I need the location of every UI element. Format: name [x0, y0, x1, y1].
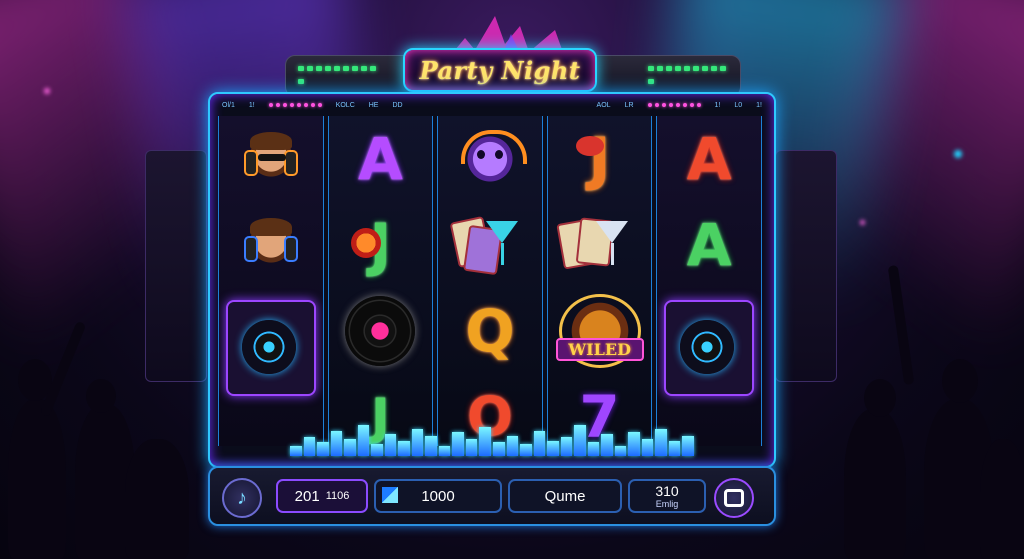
status-bar: Ol/1 1! KOLC HE DD AOL LR 1! L0 1!	[216, 98, 768, 112]
symbol-letter: A	[657, 202, 761, 288]
letter-symbol: A	[357, 125, 403, 193]
status-item: 1!	[714, 101, 721, 109]
indicator-lights	[268, 103, 322, 107]
symbol-skull	[438, 116, 542, 202]
symbol-vinyl	[329, 288, 433, 374]
symbol-letter: J	[329, 202, 433, 288]
bet-indicator-icon	[382, 487, 398, 503]
music-note-icon[interactable]: ♪	[222, 478, 262, 518]
speaker-icon	[225, 300, 316, 396]
letter-symbol: A	[686, 211, 732, 279]
bet-display[interactable]: 1000	[374, 479, 502, 513]
symbol-letter: A	[329, 116, 433, 202]
win-label: Emlig	[655, 498, 679, 509]
vinyl-record-icon	[345, 296, 416, 366]
equalizer-graphic	[290, 422, 694, 456]
status-item: 1!	[756, 101, 762, 109]
cards-cocktail-icon	[449, 213, 530, 277]
win-value: 310	[655, 482, 679, 499]
square-icon	[724, 489, 744, 507]
skull-headphones-icon	[454, 124, 527, 194]
wild-horse-icon: WILED	[555, 294, 644, 368]
spin-label: Qume	[544, 487, 586, 505]
status-item: Ol/1	[222, 101, 235, 109]
reel-4: J WILED 7	[546, 116, 653, 446]
symbol-letter: J	[548, 116, 652, 202]
crowd-right	[824, 229, 1024, 559]
status-item: KOLC	[335, 101, 355, 109]
reel-area: A J J	[218, 116, 762, 446]
symbol-letter: A	[657, 116, 761, 202]
credit-display: 201 1106	[276, 479, 368, 513]
dj-character-icon	[237, 126, 304, 192]
light-dot	[860, 220, 865, 225]
symbol-wild: WILED	[548, 288, 652, 374]
reel-2: A J J	[327, 116, 434, 446]
status-item: DD	[392, 101, 403, 109]
symbol-letter: Q	[438, 288, 542, 374]
symbol-speaker	[657, 288, 761, 408]
symbol-dj-headphones	[219, 202, 323, 288]
status-item: AOL	[596, 101, 611, 109]
game-title: Party Night	[419, 55, 581, 85]
symbol-dj-sunglasses	[219, 116, 323, 202]
letter-symbol: Q	[465, 297, 515, 365]
credit-value: 201	[294, 487, 320, 505]
symbol-cocktail	[438, 202, 542, 288]
control-bar: ♪ 201 1106 1000 Qume 310 Emlig	[208, 466, 776, 526]
game-title-plate: Party Night	[403, 48, 597, 92]
wild-label: WILED	[555, 338, 644, 361]
status-item: 1!	[248, 101, 255, 109]
fruit-icon	[575, 136, 604, 156]
light-dot	[44, 88, 50, 94]
symbol-cocktail	[548, 202, 652, 288]
dj-character-icon	[237, 212, 304, 278]
orange-slice-icon	[350, 228, 381, 258]
symbol-speaker	[219, 288, 323, 408]
bet-value: 1000	[421, 487, 455, 505]
letter-symbol: A	[686, 125, 732, 193]
status-item: L0	[734, 101, 743, 109]
slot-machine: Ol/1 1! KOLC HE DD AOL LR 1! L0 1! A J Q…	[208, 92, 776, 468]
spin-button[interactable]: Qume	[508, 479, 622, 513]
indicator-lights	[647, 103, 701, 107]
light-dot	[954, 150, 962, 158]
reel-1	[218, 116, 324, 446]
menu-button[interactable]	[714, 478, 754, 518]
reel-3: Q O	[437, 116, 543, 446]
status-item: LR	[624, 101, 634, 109]
credit-sub-value: 1106	[325, 490, 350, 502]
crowd-left	[0, 229, 200, 559]
status-item: HE	[368, 101, 379, 109]
cards-cocktail-icon	[555, 213, 640, 277]
win-display: 310 Emlig	[628, 479, 706, 513]
reel-5: A A	[656, 116, 762, 446]
speaker-icon	[664, 300, 755, 396]
